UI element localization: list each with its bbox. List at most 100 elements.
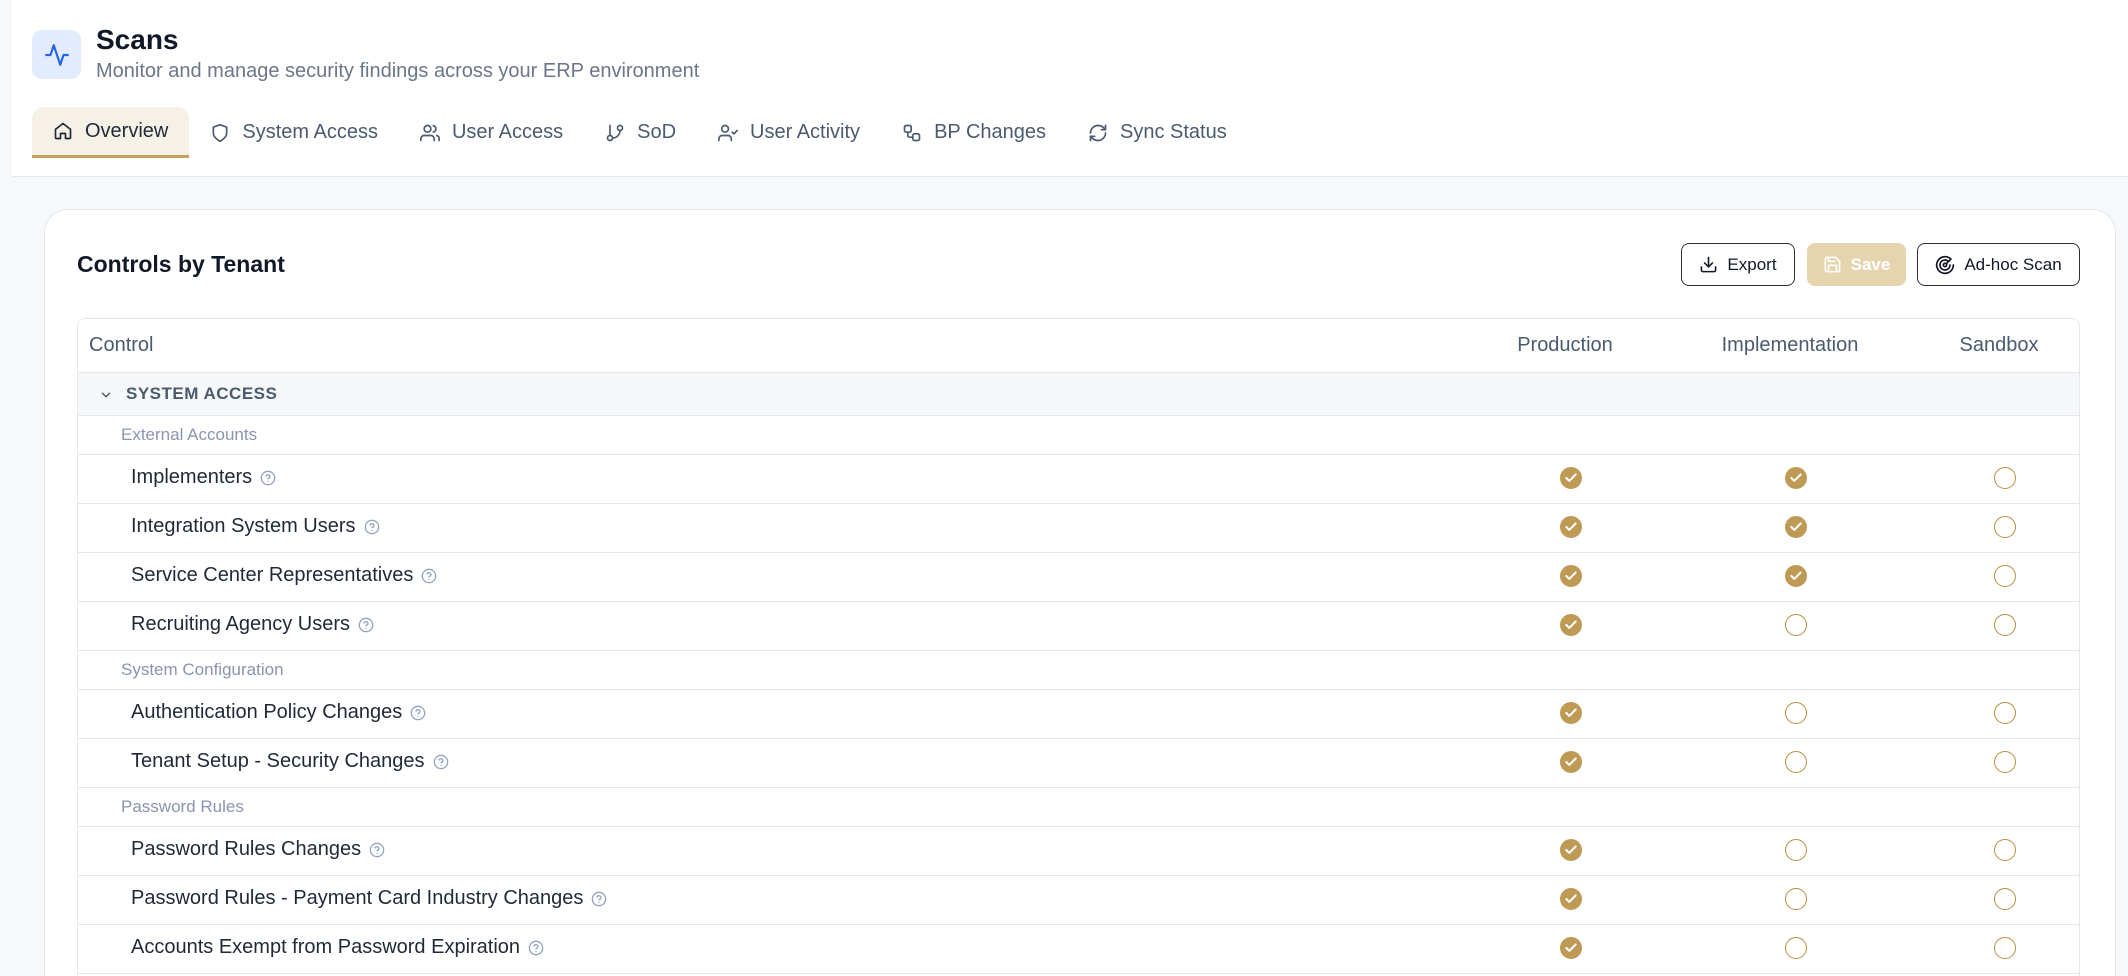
activity-icon — [32, 30, 81, 79]
sandbox-checkbox[interactable] — [1994, 751, 2016, 773]
tab-sod[interactable]: SoD — [584, 107, 697, 158]
workflow-icon — [903, 124, 921, 141]
help-circle-icon[interactable] — [410, 705, 426, 721]
column-header-sandbox: Sandbox — [1959, 334, 2039, 356]
control-row: Password Rules - Payment Card Industry C… — [78, 876, 2079, 925]
production-checkbox[interactable] — [1560, 614, 1582, 636]
help-circle-icon[interactable] — [364, 519, 380, 535]
production-checkbox[interactable] — [1560, 839, 1582, 861]
control-label: Authentication Policy Changes — [131, 701, 426, 724]
control-row: Implementers — [78, 455, 2079, 504]
implementation-checkbox[interactable] — [1785, 614, 1807, 636]
control-row: Service Center Representatives — [78, 553, 2079, 602]
sandbox-checkbox[interactable] — [1994, 516, 2016, 538]
implementation-checkbox[interactable] — [1785, 888, 1807, 910]
control-name: Integration System Users — [131, 515, 356, 537]
sandbox-checkbox[interactable] — [1994, 467, 2016, 489]
adhoc-scan-button[interactable]: Ad-hoc Scan — [1917, 243, 2080, 286]
help-circle-icon[interactable] — [358, 617, 374, 633]
control-name: Password Rules - Payment Card Industry C… — [131, 887, 584, 909]
sandbox-checkbox[interactable] — [1994, 839, 2016, 861]
production-checkbox[interactable] — [1560, 467, 1582, 489]
chevron-down-icon[interactable] — [99, 388, 113, 402]
user-check-icon — [718, 124, 739, 141]
control-label: Password Rules - Payment Card Industry C… — [131, 887, 607, 910]
control-label: Implementers — [131, 466, 276, 489]
group-row: External Accounts — [78, 416, 2079, 455]
group-label: External Accounts — [121, 425, 258, 444]
help-circle-icon[interactable] — [260, 470, 276, 486]
implementation-checkbox[interactable] — [1785, 937, 1807, 959]
save-icon — [1824, 256, 1841, 273]
tab-overview[interactable]: Overview — [32, 107, 190, 158]
tab-user-access[interactable]: User Access — [399, 107, 584, 158]
sandbox-checkbox[interactable] — [1994, 888, 2016, 910]
control-name: Service Center Representatives — [131, 564, 414, 586]
control-name: Tenant Setup - Security Changes — [131, 750, 425, 772]
control-label: Password Rules Changes — [131, 838, 385, 861]
production-checkbox[interactable] — [1560, 751, 1582, 773]
control-label: Accounts Exempt from Password Expiration — [131, 936, 544, 959]
control-row: Integration System Users — [78, 504, 2079, 553]
group-row: System Configuration — [78, 651, 2079, 690]
controls-table: Control Production Implementation Sandbo… — [77, 318, 2080, 976]
control-name: Authentication Policy Changes — [131, 701, 403, 723]
tab-user-activity[interactable]: User Activity — [697, 107, 881, 158]
production-checkbox[interactable] — [1560, 937, 1582, 959]
control-label: Service Center Representatives — [131, 564, 437, 587]
group-row: Password Rules — [78, 788, 2079, 827]
control-name: Password Rules Changes — [131, 838, 362, 860]
tab-label: User Activity — [750, 121, 861, 143]
implementation-checkbox[interactable] — [1785, 839, 1807, 861]
sandbox-checkbox[interactable] — [1994, 937, 2016, 959]
radar-icon — [1936, 255, 1955, 274]
help-circle-icon[interactable] — [369, 842, 385, 858]
users-icon — [419, 124, 440, 141]
implementation-checkbox[interactable] — [1785, 516, 1807, 538]
control-row: Recruiting Agency Users — [78, 602, 2079, 651]
card-title: Controls by Tenant — [77, 251, 285, 277]
tab-label: System Access — [242, 121, 378, 143]
column-header-implementation: Implementation — [1721, 334, 1859, 356]
section-row-system-access[interactable]: SYSTEM ACCESS — [78, 373, 2079, 416]
save-label: Save — [1850, 254, 1891, 274]
adhoc-label: Ad-hoc Scan — [1964, 254, 2062, 274]
page-title: Scans — [96, 24, 179, 55]
control-label: Tenant Setup - Security Changes — [131, 750, 449, 773]
download-icon — [1701, 256, 1717, 273]
control-name: Recruiting Agency Users — [131, 613, 350, 635]
sandbox-checkbox[interactable] — [1994, 702, 2016, 724]
tab-label: BP Changes — [934, 121, 1046, 143]
column-header-control: Control — [89, 334, 154, 356]
control-row: Accounts Exempt from Password Expiration — [78, 925, 2079, 974]
export-button[interactable]: Export — [1681, 243, 1795, 286]
save-button[interactable]: Save — [1807, 243, 1906, 286]
group-label: Password Rules — [121, 797, 244, 816]
help-circle-icon[interactable] — [591, 891, 607, 907]
production-checkbox[interactable] — [1560, 516, 1582, 538]
control-label: Recruiting Agency Users — [131, 613, 374, 636]
production-checkbox[interactable] — [1560, 565, 1582, 587]
help-circle-icon[interactable] — [528, 940, 544, 956]
shield-icon — [212, 123, 228, 142]
help-circle-icon[interactable] — [421, 568, 437, 584]
sandbox-checkbox[interactable] — [1994, 565, 2016, 587]
section-label: SYSTEM ACCESS — [126, 384, 278, 403]
control-row: Authentication Policy Changes — [78, 690, 2079, 739]
table-header: Control Production Implementation Sandbo… — [78, 319, 2079, 373]
sandbox-checkbox[interactable] — [1994, 614, 2016, 636]
tab-label: Sync Status — [1120, 121, 1227, 143]
control-name: Implementers — [131, 466, 253, 488]
refresh-icon — [1089, 124, 1107, 141]
export-label: Export — [1727, 254, 1777, 274]
production-checkbox[interactable] — [1560, 702, 1582, 724]
implementation-checkbox[interactable] — [1785, 467, 1807, 489]
implementation-checkbox[interactable] — [1785, 702, 1807, 724]
tab-bp-changes[interactable]: BP Changes — [881, 107, 1067, 158]
implementation-checkbox[interactable] — [1785, 751, 1807, 773]
production-checkbox[interactable] — [1560, 888, 1582, 910]
help-circle-icon[interactable] — [433, 754, 449, 770]
implementation-checkbox[interactable] — [1785, 565, 1807, 587]
tab-system-access[interactable]: System Access — [189, 107, 399, 158]
tab-sync-status[interactable]: Sync Status — [1067, 107, 1248, 158]
